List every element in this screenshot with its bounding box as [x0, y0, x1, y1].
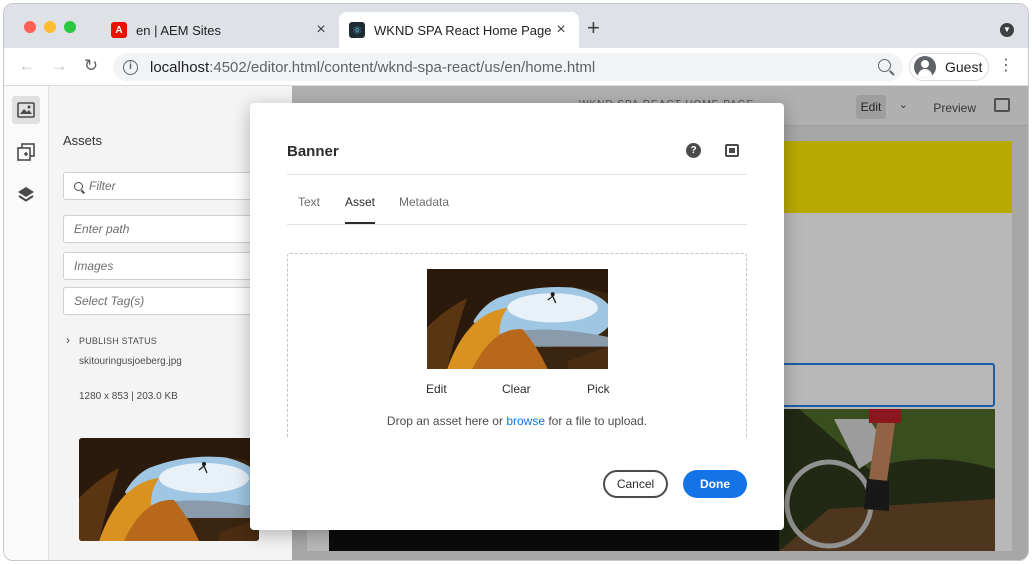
tab-strip: A en | AEM Sites × ⚛ WKND SPA React Home…: [4, 4, 1028, 48]
browser-toolbar: ← → ↻ i localhost:4502/editor.html/conte…: [4, 48, 1028, 86]
dialog-tabs: Text Asset Metadata: [287, 175, 747, 225]
layers-icon[interactable]: [12, 181, 40, 209]
tab-title: en | AEM Sites: [136, 22, 222, 38]
drop-instructions: Drop an asset here or browse for a file …: [386, 414, 648, 428]
tab-title: WKND SPA React Home Page: [374, 22, 551, 38]
adobe-icon: A: [111, 22, 127, 38]
edit-asset-button[interactable]: Edit: [426, 382, 447, 396]
tab-text[interactable]: Text: [298, 195, 320, 222]
tab-metadata[interactable]: Metadata: [399, 195, 449, 222]
react-icon: ⚛: [349, 22, 365, 38]
url-text: localhost:4502/editor.html/content/wknd-…: [150, 58, 596, 76]
forward-button[interactable]: →: [48, 56, 70, 76]
close-tab-icon[interactable]: ×: [311, 21, 331, 39]
asset-thumbnail[interactable]: [79, 438, 259, 541]
fullscreen-icon[interactable]: [725, 144, 739, 157]
minimize-window-button[interactable]: [44, 21, 56, 33]
help-icon[interactable]: ?: [686, 143, 701, 158]
profile-button[interactable]: Guest: [909, 53, 989, 81]
done-button[interactable]: Done: [683, 470, 747, 498]
back-button[interactable]: ←: [16, 56, 38, 76]
close-window-button[interactable]: [24, 21, 36, 33]
avatar: [914, 56, 936, 78]
tags-input[interactable]: Select Tag(s): [63, 287, 253, 315]
browser-window: A en | AEM Sites × ⚛ WKND SPA React Home…: [3, 3, 1029, 561]
clear-asset-button[interactable]: Clear: [502, 382, 531, 396]
components-icon[interactable]: [12, 138, 40, 166]
chevron-right-icon[interactable]: ›: [66, 333, 70, 347]
asset-dropzone[interactable]: Edit Clear Pick Drop an asset here or br…: [287, 253, 747, 438]
side-rail: [4, 86, 49, 560]
panel-title: Assets: [63, 133, 103, 148]
site-info-icon[interactable]: i: [123, 59, 138, 75]
publish-status-toggle[interactable]: PUBLISH STATUS: [79, 336, 157, 346]
browse-link[interactable]: browse: [506, 414, 545, 428]
path-input[interactable]: Enter path: [63, 215, 253, 243]
zoom-icon[interactable]: [878, 59, 891, 72]
close-tab-icon[interactable]: ×: [551, 21, 571, 39]
tab-asset[interactable]: Asset: [345, 195, 376, 224]
cancel-button[interactable]: Cancel: [603, 470, 668, 498]
assets-icon[interactable]: [12, 96, 40, 124]
profile-name: Guest: [945, 59, 983, 75]
asset-type-select[interactable]: Images: [63, 252, 253, 280]
browser-menu-icon[interactable]: ⋮: [998, 58, 1014, 74]
browser-tab-wknd-home[interactable]: ⚛ WKND SPA React Home Page ×: [339, 12, 579, 48]
address-bar[interactable]: i localhost:4502/editor.html/content/wkn…: [113, 53, 903, 81]
filter-input[interactable]: Filter: [63, 172, 253, 200]
browser-tab-aem-sites[interactable]: A en | AEM Sites ×: [101, 12, 339, 48]
banner-dialog: Banner ? Text Asset Metadata Edit Clear …: [250, 103, 784, 530]
reload-button[interactable]: ↻: [80, 56, 102, 76]
maximize-window-button[interactable]: [64, 21, 76, 33]
tab-search-icon[interactable]: ▼: [1000, 23, 1014, 37]
new-tab-button[interactable]: +: [587, 17, 600, 39]
asset-dimensions: 1280 x 853 | 203.0 KB: [79, 391, 178, 402]
selected-asset-image: [427, 269, 608, 369]
asset-name: skitouringusjoeberg.jpg: [79, 356, 182, 367]
dialog-title: Banner: [287, 143, 339, 160]
search-icon: [74, 181, 83, 191]
pick-asset-button[interactable]: Pick: [587, 382, 610, 396]
